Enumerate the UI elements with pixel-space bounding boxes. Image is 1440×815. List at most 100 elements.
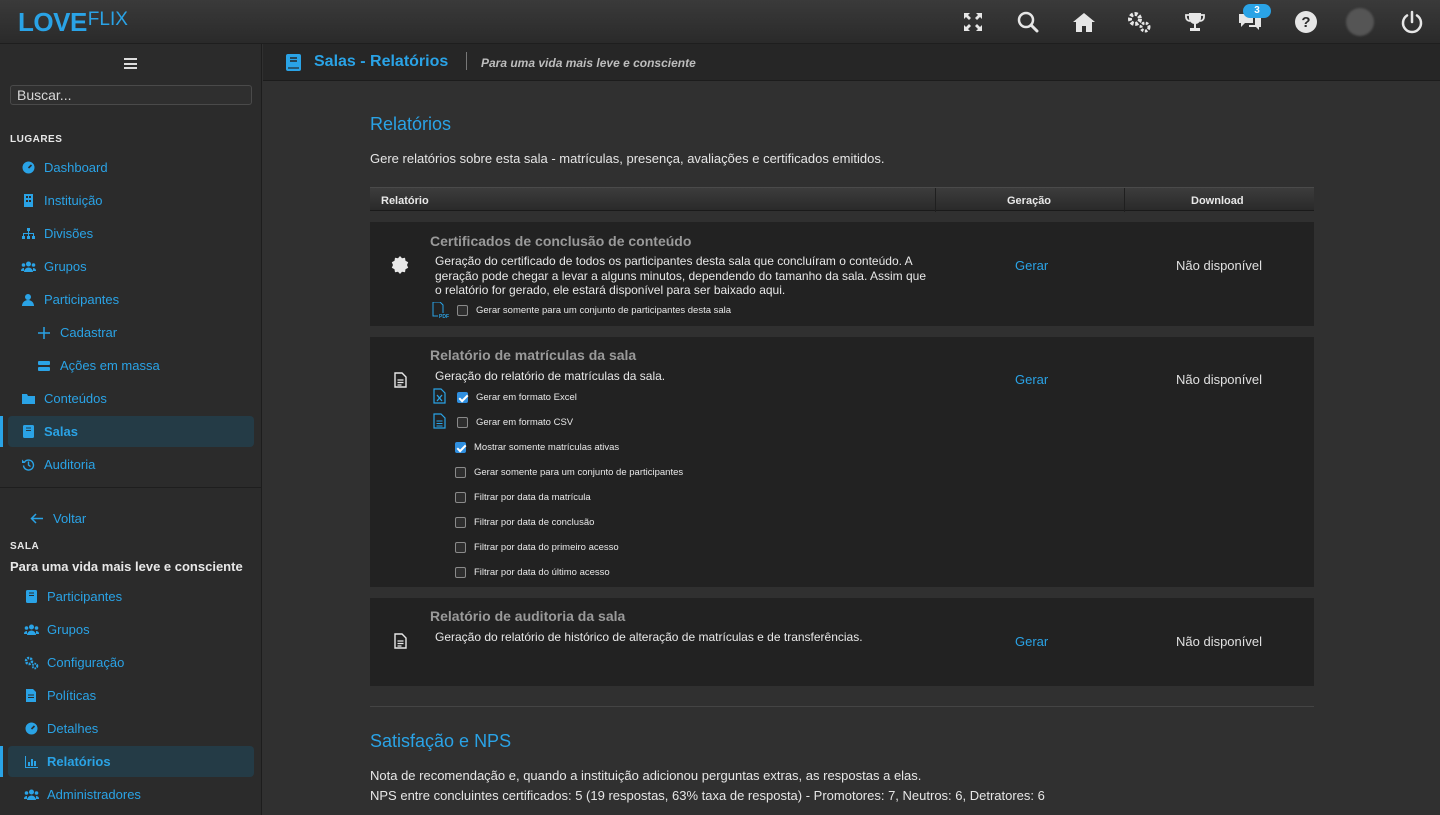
sidebar-item-label: Ações em massa [60, 358, 160, 373]
download-status: Não disponível [1176, 372, 1262, 387]
back-link[interactable]: Voltar [30, 511, 86, 526]
checkbox[interactable] [457, 392, 468, 403]
search-icon[interactable] [1015, 9, 1041, 35]
dashboard-icon [20, 160, 36, 176]
notification-badge: 3 [1243, 4, 1271, 18]
nps-summary: NPS entre concluintes certificados: 5 (1… [370, 788, 1045, 803]
users-icon [20, 259, 36, 275]
sitemap-icon [20, 226, 36, 242]
sidebar-search-input[interactable] [10, 85, 252, 105]
menu-toggle-icon[interactable] [124, 58, 137, 69]
user-icon [20, 292, 36, 308]
report-title: Relatório de auditoria da sala [430, 608, 626, 624]
users-icon [23, 787, 39, 803]
option-csv-format[interactable]: Gerar em formato CSV [457, 417, 573, 428]
generate-link[interactable]: Gerar [1015, 372, 1048, 387]
report-title: Relatório de matrículas da sala [430, 347, 637, 363]
help-icon[interactable]: ? [1293, 9, 1319, 35]
report-title: Certificados de conclusão de conteúdo [430, 233, 692, 249]
trophy-icon[interactable] [1182, 9, 1208, 35]
generate-link[interactable]: Gerar [1015, 634, 1048, 649]
active-indicator [0, 746, 3, 777]
users-icon [23, 622, 39, 638]
sidebar-item-label: Relatórios [47, 754, 111, 769]
option-active-only[interactable]: Mostrar somente matrículas ativas [455, 442, 619, 453]
active-indicator [0, 416, 3, 447]
page-subtitle: Para uma vida mais leve e consciente [481, 56, 696, 70]
sidebar-item-dashboard[interactable]: Dashboard [8, 152, 254, 183]
checkbox[interactable] [455, 442, 466, 453]
book-icon [23, 589, 39, 605]
option-subset-participants[interactable]: Gerar somente para um conjunto de partic… [457, 305, 731, 316]
user-avatar[interactable] [1346, 8, 1374, 36]
sidebar-item-label: Divisões [44, 226, 94, 241]
sidebar-item-instituicao[interactable]: Instituição [8, 185, 254, 216]
cogs-icon [23, 655, 39, 671]
column-header-download: Download [1191, 195, 1244, 207]
sidebar-item-label: Políticas [47, 688, 97, 703]
power-icon[interactable] [1399, 9, 1425, 35]
svg-text:?: ? [1301, 14, 1310, 31]
top-bar: LOVEFLIX 3 ? [0, 0, 1440, 44]
section-label-places: LUGARES [10, 134, 63, 145]
book-icon [20, 424, 36, 440]
sidebar-item-label: Cadastrar [60, 325, 118, 340]
sidebar-item-participantes[interactable]: Participantes [8, 284, 254, 315]
checkbox[interactable] [455, 517, 466, 528]
sidebar-item-auditoria[interactable]: Auditoria [8, 449, 254, 480]
option-excel-format[interactable]: Gerar em formato Excel [457, 392, 577, 403]
sidebar-item-room-grupos[interactable]: Grupos [8, 614, 254, 645]
sidebar-item-divisoes[interactable]: Divisões [8, 218, 254, 249]
sidebar-item-cadastrar[interactable]: Cadastrar [8, 317, 254, 348]
sidebar-item-grupos[interactable]: Grupos [8, 251, 254, 282]
option-filter-last-access[interactable]: Filtrar por data do último acesso [455, 567, 610, 578]
column-divider [935, 188, 936, 212]
checkbox[interactable] [457, 417, 468, 428]
checkbox[interactable] [457, 305, 468, 316]
option-filter-enrollment-date[interactable]: Filtrar por data da matrícula [455, 492, 591, 503]
option-filter-completion-date[interactable]: Filtrar por data de conclusão [455, 517, 594, 528]
sidebar-item-room-configuracao[interactable]: Configuração [8, 647, 254, 678]
sidebar-item-conteudos[interactable]: Conteúdos [8, 383, 254, 414]
room-name: Para uma vida mais leve e consciente [10, 559, 243, 574]
fullscreen-icon[interactable] [960, 9, 986, 35]
report-description: Geração do certificado de todos os parti… [435, 254, 927, 297]
checkbox[interactable] [455, 492, 466, 503]
sidebar-item-salas[interactable]: Salas [8, 416, 254, 447]
option-label: Gerar em formato CSV [476, 417, 574, 428]
app-logo[interactable]: LOVEFLIX [18, 7, 128, 38]
sidebar-item-label: Detalhes [47, 721, 99, 736]
report-row-audit: Relatório de auditoria da sala Geração d… [370, 598, 1314, 686]
sidebar-item-label: Configuração [47, 655, 125, 670]
sidebar-item-room-politicas[interactable]: Políticas [8, 680, 254, 711]
checkbox[interactable] [455, 467, 466, 478]
dashboard-icon [23, 721, 39, 737]
sidebar-item-room-relatorios[interactable]: Relatórios [8, 746, 254, 777]
option-subset-participants[interactable]: Gerar somente para um conjunto de partic… [455, 467, 683, 478]
report-description: Geração do relatório de histórico de alt… [435, 630, 863, 644]
option-label: Filtrar por data do último acesso [474, 567, 610, 578]
sidebar-item-room-participantes[interactable]: Participantes [8, 581, 254, 612]
book-icon [286, 54, 301, 76]
sidebar-item-acoes-em-massa[interactable]: Ações em massa [8, 350, 254, 381]
chart-icon [23, 754, 39, 770]
folder-icon [20, 391, 36, 407]
settings-icon[interactable] [1126, 9, 1152, 35]
option-filter-first-access[interactable]: Filtrar por data do primeiro acesso [455, 542, 619, 553]
checkbox[interactable] [455, 542, 466, 553]
sidebar-item-label: Administradores [47, 787, 141, 802]
sidebar-item-label: Grupos [47, 622, 90, 637]
sidebar-item-room-detalhes[interactable]: Detalhes [8, 713, 254, 744]
nps-heading: Satisfação e NPS [370, 731, 512, 751]
sidebar-divider [0, 487, 262, 488]
sidebar-item-room-administradores[interactable]: Administradores [8, 779, 254, 810]
home-icon[interactable] [1071, 9, 1097, 35]
checkbox[interactable] [455, 567, 466, 578]
pdf-file-icon: PDF [432, 301, 449, 320]
page-title: Salas - Relatórios [314, 53, 449, 70]
generate-link[interactable]: Gerar [1015, 258, 1048, 273]
server-icon [36, 358, 52, 374]
certificate-seal-icon [391, 256, 409, 274]
sidebar: LUGARES Dashboard Instituição Divisões G… [0, 44, 262, 815]
download-status: Não disponível [1176, 258, 1262, 273]
